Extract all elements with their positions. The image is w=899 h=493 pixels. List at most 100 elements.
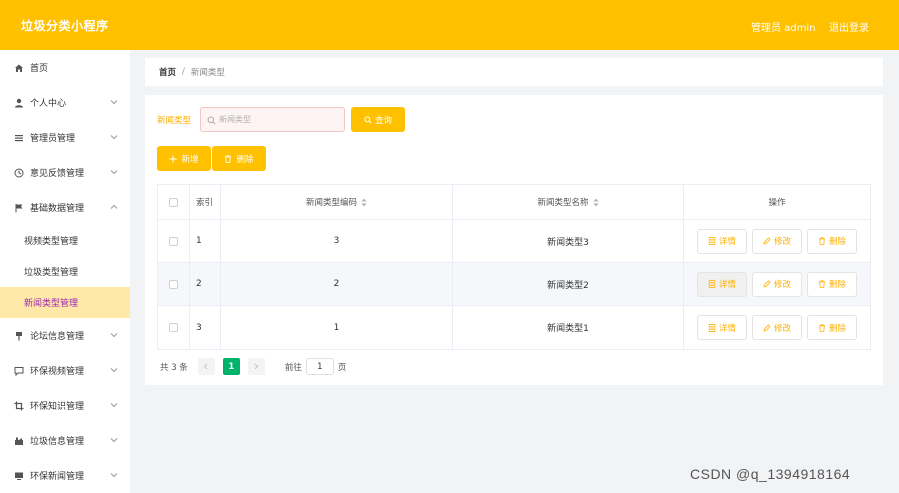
cell-ops: 详情 修改 删除: [684, 263, 870, 305]
edit-button-label: 修改: [773, 237, 791, 247]
cell-code: 1: [221, 306, 453, 349]
header-name-label: 新闻类型名称: [537, 198, 589, 208]
breadcrumb: 首页 / 新闻类型: [145, 58, 883, 86]
app-title: 垃圾分类小程序: [21, 19, 109, 33]
row-checkbox[interactable]: [169, 323, 178, 332]
detail-button[interactable]: 详情: [697, 228, 747, 254]
batch-delete-label: 删除: [236, 154, 254, 165]
submenu-news-type[interactable]: 新闻类型管理: [0, 287, 130, 318]
clock-icon: [14, 168, 24, 178]
prev-page-button[interactable]: [197, 358, 215, 375]
search-icon: [207, 116, 216, 125]
cell-code: 2: [221, 263, 453, 305]
select-all-checkbox[interactable]: [169, 197, 178, 207]
pin-icon: [14, 331, 24, 341]
delete-button[interactable]: 删除: [807, 315, 857, 340]
document-icon: [708, 323, 716, 332]
sidebar: 首页 个人中心 管理员管理 意见反馈管理 基础数据管理 视频类型管理 垃圾类型管…: [0, 50, 130, 493]
sidebar-item-label: 环保知识管理: [30, 402, 85, 412]
edit-button[interactable]: 修改: [752, 271, 802, 297]
delete-button-label: 删除: [828, 237, 846, 247]
list-icon: [14, 133, 24, 143]
delete-button[interactable]: 删除: [807, 271, 857, 297]
pagination: 共 3 条 1 前往 1 页: [160, 358, 346, 375]
sidebar-item-admin[interactable]: 管理员管理: [0, 120, 130, 155]
batch-delete-button[interactable]: 删除: [212, 146, 266, 171]
edit-button[interactable]: 修改: [752, 228, 802, 254]
sidebar-item-knowledge[interactable]: 环保知识管理: [0, 388, 130, 423]
header-name[interactable]: 新闻类型名称: [453, 185, 684, 219]
sidebar-item-label: 意见反馈管理: [30, 169, 85, 179]
sidebar-item-profile[interactable]: 个人中心: [0, 85, 130, 120]
sidebar-item-garbage-info[interactable]: 垃圾信息管理: [0, 423, 130, 458]
next-page-button[interactable]: [247, 358, 265, 375]
detail-button[interactable]: 详情: [697, 315, 747, 340]
chat-icon: [14, 366, 24, 376]
chevron-down-icon: [110, 438, 118, 443]
goto-prefix: 前往: [284, 362, 302, 373]
sidebar-item-label: 个人中心: [30, 99, 67, 109]
sidebar-item-video[interactable]: 环保视频管理: [0, 353, 130, 388]
logout-link[interactable]: 退出登录: [829, 19, 869, 34]
search-icon: [364, 115, 372, 124]
document-icon: [708, 237, 716, 245]
data-table: 索引 新闻类型编码 新闻类型名称 操作 1 3 新闻类型3 详情 修改 删除 2…: [157, 184, 871, 350]
sidebar-item-label: 基础数据管理: [30, 204, 85, 214]
crop-icon: [14, 401, 24, 411]
search-label: 新闻类型: [157, 116, 192, 126]
sidebar-item-label: 管理员管理: [30, 134, 76, 144]
chevron-left-icon: [204, 363, 208, 370]
edit-button-label: 修改: [773, 280, 791, 290]
sidebar-item-forum[interactable]: 论坛信息管理: [0, 318, 130, 353]
sidebar-item-basic-data[interactable]: 基础数据管理: [0, 190, 130, 225]
table-row: 2 2 新闻类型2 详情 修改 删除: [158, 263, 870, 306]
cell-index: 1: [190, 220, 221, 262]
edit-button[interactable]: 修改: [752, 315, 802, 340]
goto-page-input[interactable]: 1: [305, 358, 334, 375]
search-input[interactable]: [219, 111, 339, 128]
submenu-video-type[interactable]: 视频类型管理: [0, 225, 130, 256]
breadcrumb-current: 新闻类型: [190, 68, 225, 78]
house-icon: [14, 436, 24, 446]
detail-button[interactable]: 详情: [697, 271, 747, 297]
edit-button-label: 修改: [773, 323, 791, 334]
header-code[interactable]: 新闻类型编码: [221, 185, 453, 219]
row-checkbox[interactable]: [169, 236, 178, 246]
sort-icon: [361, 198, 367, 206]
pagination-total: 共 3 条: [160, 362, 188, 373]
sidebar-item-label: 环保新闻管理: [30, 472, 85, 482]
sidebar-item-feedback[interactable]: 意见反馈管理: [0, 155, 130, 190]
sidebar-item-label: 首页: [30, 64, 49, 74]
chevron-down-icon: [110, 135, 118, 140]
sidebar-item-label: 论坛信息管理: [30, 332, 85, 342]
sidebar-item-home[interactable]: 首页: [0, 50, 130, 85]
monitor-icon: [14, 471, 24, 481]
submenu-garbage-type[interactable]: 垃圾类型管理: [0, 256, 130, 287]
chevron-down-icon: [110, 100, 118, 105]
add-button-label: 新增: [181, 154, 199, 165]
sort-icon: [593, 198, 598, 206]
row-checkbox[interactable]: [169, 279, 178, 289]
delete-button-label: 删除: [828, 280, 846, 290]
main-content: 首页 / 新闻类型 新闻类型 查询 新增 删除 索引 新闻类型编码 新闻类型名称: [145, 58, 883, 385]
trash-icon: [225, 154, 232, 163]
table-header-row: 索引 新闻类型编码 新闻类型名称 操作: [158, 185, 870, 220]
detail-button-label: 详情: [718, 280, 736, 290]
chevron-down-icon: [110, 403, 118, 408]
top-header: 垃圾分类小程序 管理员 admin 退出登录: [0, 0, 899, 50]
delete-button[interactable]: 删除: [807, 228, 857, 254]
add-button[interactable]: 新增: [157, 146, 211, 171]
user-icon: [14, 98, 24, 108]
search-button[interactable]: 查询: [351, 107, 405, 132]
page-number[interactable]: 1: [222, 358, 240, 375]
detail-button-label: 详情: [718, 323, 736, 334]
search-field[interactable]: [200, 107, 345, 132]
breadcrumb-home[interactable]: 首页: [159, 66, 176, 78]
chevron-down-icon: [110, 368, 118, 373]
plus-icon: [169, 155, 177, 162]
breadcrumb-separator: /: [182, 67, 185, 77]
edit-icon: [763, 280, 771, 288]
chevron-down-icon: [110, 170, 118, 175]
delete-button-label: 删除: [828, 323, 846, 334]
sidebar-item-news[interactable]: 环保新闻管理: [0, 458, 130, 493]
